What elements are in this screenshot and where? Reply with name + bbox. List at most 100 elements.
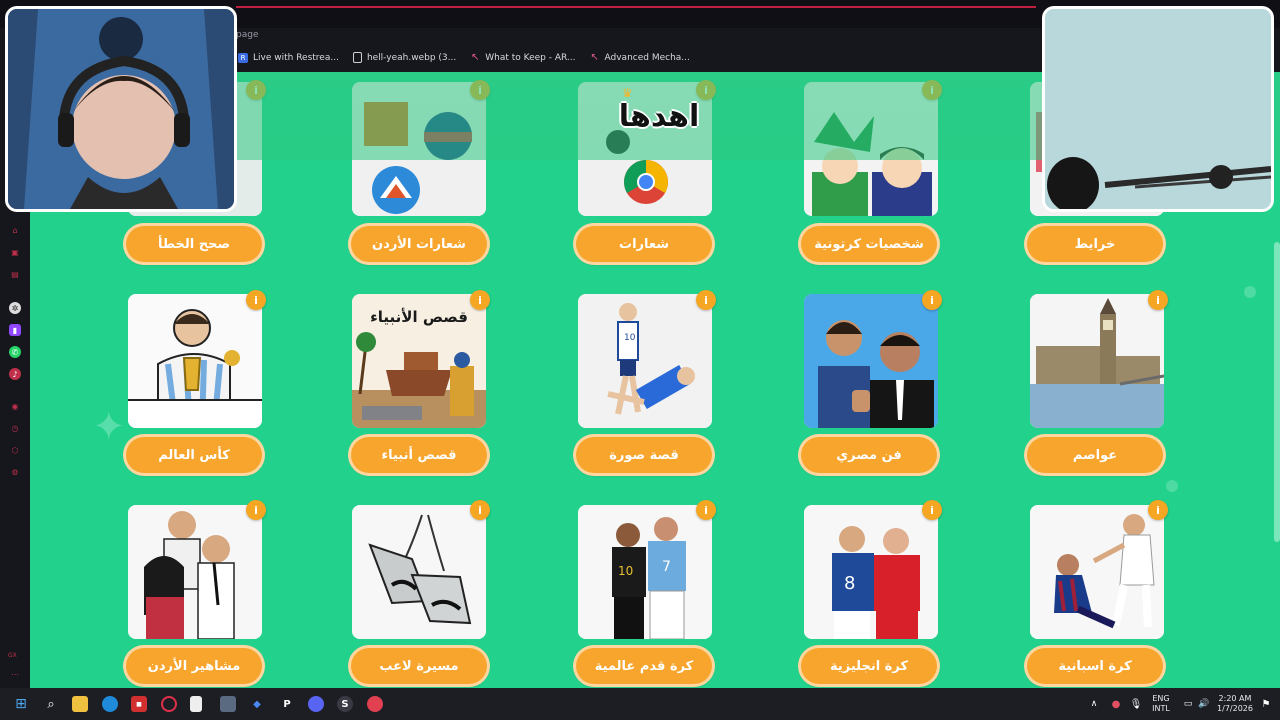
diamond-app-icon[interactable]: ◆ (249, 696, 265, 712)
language-indicator[interactable]: ENG INTL (1148, 694, 1174, 714)
edge-icon[interactable] (102, 696, 118, 712)
category-button[interactable]: كرة اسبانية (1027, 648, 1163, 684)
tray-app-icon[interactable]: ● (1108, 696, 1124, 712)
p-app-icon[interactable]: P (279, 696, 295, 712)
webcam-overlay-room (1042, 6, 1274, 212)
svg-text:10: 10 (618, 564, 633, 578)
taskbar: ⊞ ⌕ ■ ◆ P S ∧ ● 🎙 ENG INTL ▭ 🔊 2:20 AM 1… (0, 688, 1280, 720)
restream-icon: R (238, 52, 248, 63)
gx-label: GX (8, 652, 17, 659)
card-caption: قصص الأنبياء (370, 308, 468, 326)
network-icon[interactable]: ▭ (1180, 696, 1196, 712)
address-bar-fragment[interactable]: page (236, 30, 258, 40)
bookmark-item[interactable]: ↖ Advanced Mecha... (590, 52, 690, 63)
category-card-egyptian-art[interactable] (804, 294, 938, 428)
category-button[interactable]: شخصيات كرتونية (801, 226, 937, 262)
category-button[interactable]: مسيرة لاعب (351, 648, 487, 684)
svg-text:8: 8 (844, 573, 855, 594)
notepad-icon[interactable] (190, 696, 202, 712)
music-icon[interactable]: ♪ (9, 368, 21, 380)
category-card-world-cup[interactable] (128, 294, 262, 428)
settings-icon[interactable]: ⚙ (9, 466, 21, 478)
twitch-icon[interactable]: ▮ (9, 324, 21, 336)
bookmark-arrow-icon: ↖ (471, 52, 480, 63)
obs-app-icon[interactable] (367, 696, 383, 712)
info-button[interactable]: i (246, 500, 266, 520)
site-logo[interactable]: ♛ اهدها (604, 86, 714, 142)
info-button[interactable]: i (696, 290, 716, 310)
volume-icon[interactable]: 🔊 (1196, 696, 1212, 712)
file-icon (352, 52, 362, 63)
active-tab-indicator (236, 6, 1036, 8)
bag-icon[interactable]: ⌂ (9, 224, 21, 236)
category-card-english-football[interactable]: 8 (804, 505, 938, 639)
logo-text: اهدها (618, 98, 700, 134)
category-button[interactable]: عواصم (1027, 437, 1163, 473)
category-card-spanish-football[interactable] (1030, 505, 1164, 639)
category-card-player-career[interactable] (352, 505, 486, 639)
bookmarks-bar: R Live with Restrea... hell-yeah.webp (3… (238, 52, 690, 63)
clock-time: 2:20 AM (1218, 694, 1252, 703)
category-card-photo-story[interactable]: 10 (578, 294, 712, 428)
category-button[interactable]: كرة قدم عالمية (576, 648, 712, 684)
microphone-icon[interactable]: 🎙 (1128, 696, 1144, 712)
category-card-world-football[interactable]: 10 7 (578, 505, 712, 639)
category-button[interactable]: كرة انجليزية (801, 648, 937, 684)
category-button[interactable]: صحح الخطأ (126, 226, 262, 262)
bookmark-label: Advanced Mecha... (604, 52, 690, 63)
clock-date: 1/7/2026 (1217, 704, 1253, 713)
crown-icon: ♛ (622, 86, 633, 100)
history-icon[interactable]: ◷ (9, 422, 21, 434)
app-icon[interactable]: ■ (131, 696, 147, 712)
language-code: ENG (1152, 694, 1170, 703)
chatgpt-icon[interactable]: ✲ (9, 302, 21, 314)
category-card-capitals[interactable] (1030, 294, 1164, 428)
bookmark-label: What to Keep - AR... (485, 52, 576, 63)
info-button[interactable]: i (922, 290, 942, 310)
category-button[interactable]: كأس العالم (126, 437, 262, 473)
tray-expand-icon[interactable]: ∧ (1086, 696, 1102, 712)
svg-text:10: 10 (624, 333, 636, 343)
more-icon[interactable]: ⋯ (9, 668, 21, 680)
file-explorer-icon[interactable] (72, 696, 88, 712)
bookmark-arrow-icon: ↖ (590, 52, 599, 63)
info-button[interactable]: i (470, 290, 490, 310)
info-button[interactable]: i (922, 500, 942, 520)
svg-text:7: 7 (662, 559, 671, 575)
info-button[interactable]: i (696, 500, 716, 520)
category-button[interactable]: شعارات (576, 226, 712, 262)
messenger-icon[interactable]: ▣ (9, 246, 21, 258)
bookmark-item[interactable]: R Live with Restrea... (238, 52, 339, 63)
keyboard-layout: INTL (1152, 704, 1170, 713)
window-app-icon[interactable] (220, 696, 236, 712)
notification-icon[interactable]: ⚑ (1258, 696, 1274, 712)
category-button[interactable]: مشاهير الأردن (126, 648, 262, 684)
page-scrollbar[interactable] (1274, 242, 1280, 542)
record-icon[interactable]: ◉ (9, 400, 21, 412)
bookmark-label: Live with Restrea... (253, 52, 339, 63)
player-icon[interactable]: ▤ (9, 268, 21, 280)
s-app-icon[interactable]: S (337, 696, 353, 712)
category-card-prophets-stories[interactable]: قصص الأنبياء (352, 294, 486, 428)
windows-start-icon[interactable]: ⊞ (13, 696, 29, 712)
bookmark-label: hell-yeah.webp (3... (366, 52, 457, 63)
bookmark-item[interactable]: hell-yeah.webp (3... (352, 52, 457, 63)
category-button[interactable]: خرايط (1027, 226, 1163, 262)
info-button[interactable]: i (246, 290, 266, 310)
category-button[interactable]: فن مصري (801, 437, 937, 473)
category-button[interactable]: شعارات الأردن (351, 226, 487, 262)
clock[interactable]: 2:20 AM 1/7/2026 (1212, 694, 1258, 714)
bookmark-item[interactable]: ↖ What to Keep - AR... (470, 52, 576, 63)
search-icon[interactable]: ⌕ (43, 696, 59, 712)
opera-gx-icon[interactable] (161, 696, 177, 712)
webcam-overlay-streamer (5, 6, 237, 212)
category-card-jordan-celebrities[interactable] (128, 505, 262, 639)
whatsapp-icon[interactable]: ✆ (9, 346, 21, 358)
discord-icon[interactable] (308, 696, 324, 712)
category-button[interactable]: قصص أنبياء (351, 437, 487, 473)
info-button[interactable]: i (470, 500, 490, 520)
info-button[interactable]: i (1148, 500, 1168, 520)
extensions-icon[interactable]: ⬡ (9, 444, 21, 456)
category-button[interactable]: قصة صورة (576, 437, 712, 473)
info-button[interactable]: i (1148, 290, 1168, 310)
